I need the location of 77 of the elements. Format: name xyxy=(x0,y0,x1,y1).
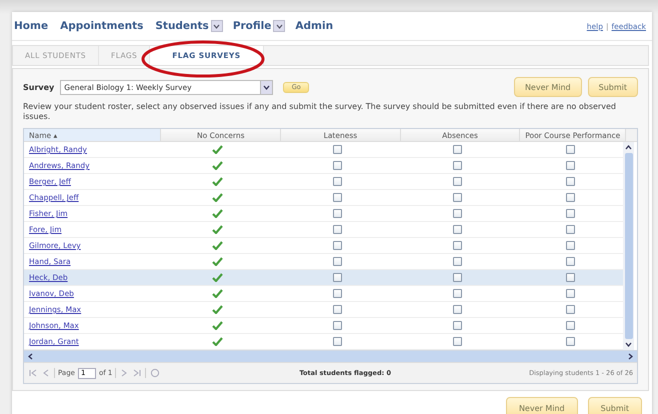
checkbox[interactable] xyxy=(566,257,574,266)
checkbox[interactable] xyxy=(566,177,574,186)
dropdown-caret-icon[interactable] xyxy=(210,20,223,32)
checkbox[interactable] xyxy=(332,225,342,234)
nav-link[interactable]: Students xyxy=(155,20,209,32)
checkbox[interactable] xyxy=(332,257,342,266)
scroll-right-icon[interactable] xyxy=(628,353,633,360)
checkbox[interactable] xyxy=(332,161,342,170)
check-icon[interactable] xyxy=(212,193,222,202)
checkbox[interactable] xyxy=(566,193,574,202)
check-icon[interactable] xyxy=(212,209,222,218)
previous-page-icon[interactable] xyxy=(42,369,50,377)
checkbox[interactable] xyxy=(332,273,342,282)
scroll-left-icon[interactable] xyxy=(28,353,33,360)
checkbox[interactable] xyxy=(452,321,462,330)
checkbox[interactable] xyxy=(566,337,574,346)
refresh-icon[interactable] xyxy=(150,368,160,378)
action-button[interactable]: Never Mind xyxy=(514,77,582,97)
checkbox[interactable] xyxy=(452,193,462,202)
horizontal-scrollbar[interactable] xyxy=(24,350,637,362)
checkbox[interactable] xyxy=(452,145,462,154)
checkbox[interactable] xyxy=(566,321,574,330)
checkbox[interactable] xyxy=(332,289,342,298)
checkbox[interactable] xyxy=(332,177,342,186)
nav-link[interactable]: Appointments xyxy=(60,20,144,32)
checkbox[interactable] xyxy=(566,289,574,298)
last-page-icon[interactable] xyxy=(133,369,142,377)
checkbox[interactable] xyxy=(452,241,462,250)
checkbox[interactable] xyxy=(566,209,574,218)
checkbox[interactable] xyxy=(332,241,342,250)
scroll-down-icon[interactable] xyxy=(625,342,632,347)
check-icon[interactable] xyxy=(212,225,222,234)
checkbox[interactable] xyxy=(566,145,574,154)
scroll-up-icon[interactable] xyxy=(625,145,632,150)
checkbox[interactable] xyxy=(332,305,342,314)
checkbox[interactable] xyxy=(452,161,462,170)
check-icon[interactable] xyxy=(212,257,222,266)
check-icon[interactable] xyxy=(212,273,222,282)
checkbox[interactable] xyxy=(452,273,462,282)
vertical-scrollbar[interactable] xyxy=(623,142,634,350)
survey-label: Survey xyxy=(23,82,54,92)
check-icon[interactable] xyxy=(212,145,222,154)
checkbox[interactable] xyxy=(566,305,574,314)
checkbox[interactable] xyxy=(452,209,462,218)
action-button[interactable]: Submit xyxy=(588,397,642,414)
action-button[interactable]: Submit xyxy=(588,77,638,97)
checkbox[interactable] xyxy=(452,257,462,266)
checkbox[interactable] xyxy=(452,337,462,346)
checkbox[interactable] xyxy=(332,193,342,202)
checkbox[interactable] xyxy=(332,337,342,346)
check-icon[interactable] xyxy=(212,305,222,314)
check-icon[interactable] xyxy=(212,337,222,346)
checkbox[interactable] xyxy=(566,241,574,250)
checkbox[interactable] xyxy=(566,225,574,234)
checkbox[interactable] xyxy=(332,209,342,218)
check-icon[interactable] xyxy=(212,241,222,250)
dropdown-caret-icon[interactable] xyxy=(260,80,272,94)
action-button[interactable]: Never Mind xyxy=(506,397,578,414)
checkbox[interactable] xyxy=(566,273,574,282)
check-icon[interactable] xyxy=(212,321,222,330)
checkbox[interactable] xyxy=(452,177,462,186)
nav-link[interactable]: Profile xyxy=(232,20,272,32)
dropdown-caret-icon[interactable] xyxy=(273,20,286,32)
nav-link[interactable]: Admin xyxy=(295,20,334,32)
next-page-icon[interactable] xyxy=(120,369,128,377)
checkbox[interactable] xyxy=(332,145,342,154)
instructions-text: Review your student roster, select any observed issues if any and submit the survey. The survey should be submitted even if there are no observed issues. xyxy=(23,102,617,122)
checkbox[interactable] xyxy=(452,289,462,298)
check-icon[interactable] xyxy=(212,289,222,298)
checkbox[interactable] xyxy=(332,321,342,330)
check-icon[interactable] xyxy=(212,177,222,186)
nav-link[interactable]: Home xyxy=(14,20,48,32)
first-page-icon[interactable] xyxy=(29,369,37,377)
checkbox[interactable] xyxy=(452,305,462,314)
check-icon[interactable] xyxy=(212,161,222,170)
checkbox[interactable] xyxy=(452,225,462,234)
checkbox[interactable] xyxy=(566,161,574,170)
